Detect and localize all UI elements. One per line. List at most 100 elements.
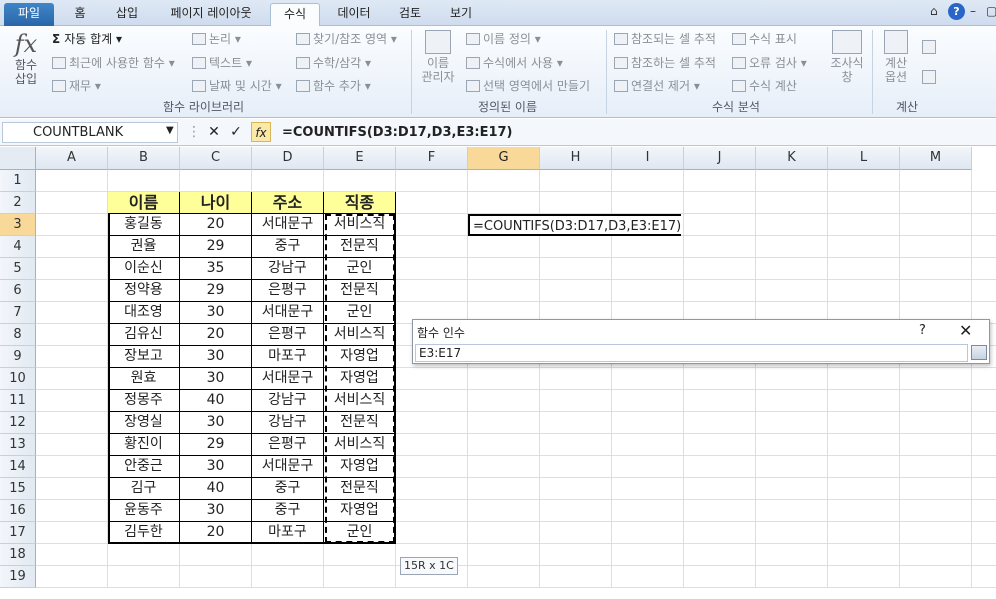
table-header-cell[interactable]: 나이 bbox=[180, 192, 252, 214]
restore-window-icon[interactable]: ▢ bbox=[986, 4, 996, 18]
row-header-2[interactable]: 2 bbox=[0, 192, 36, 214]
column-header-a[interactable]: A bbox=[36, 147, 108, 170]
column-header-h[interactable]: H bbox=[540, 147, 612, 170]
tab-view[interactable]: 보기 bbox=[438, 3, 484, 26]
table-cell[interactable]: 강남구 bbox=[252, 390, 324, 412]
table-cell[interactable]: 30 bbox=[180, 500, 252, 522]
table-cell[interactable]: 은평구 bbox=[252, 324, 324, 346]
table-cell[interactable]: 권율 bbox=[108, 236, 180, 258]
tab-review[interactable]: 검토 bbox=[388, 3, 432, 26]
enter-icon[interactable]: ✓ bbox=[228, 122, 244, 142]
table-cell[interactable]: 20 bbox=[180, 522, 252, 544]
table-cell[interactable]: 장영실 bbox=[108, 412, 180, 434]
tab-insert[interactable]: 삽입 bbox=[104, 3, 150, 26]
column-header-l[interactable]: L bbox=[828, 147, 900, 170]
column-header-e[interactable]: E bbox=[324, 147, 396, 170]
column-header-c[interactable]: C bbox=[180, 147, 252, 170]
row-header-12[interactable]: 12 bbox=[0, 412, 36, 434]
table-cell[interactable]: 20 bbox=[180, 324, 252, 346]
table-cell[interactable]: 마포구 bbox=[252, 346, 324, 368]
row-header-16[interactable]: 16 bbox=[0, 500, 36, 522]
column-header-j[interactable]: J bbox=[684, 147, 756, 170]
table-cell[interactable]: 강남구 bbox=[252, 412, 324, 434]
math-button[interactable]: 수학/삼각 ▾ bbox=[296, 54, 371, 71]
recent-functions-button[interactable]: 최근에 사용한 함수 ▾ bbox=[52, 54, 175, 71]
table-cell[interactable]: 서대문구 bbox=[252, 214, 324, 236]
table-cell[interactable]: 30 bbox=[180, 346, 252, 368]
row-header-11[interactable]: 11 bbox=[0, 390, 36, 412]
row-header-5[interactable]: 5 bbox=[0, 258, 36, 280]
table-cell[interactable]: 은평구 bbox=[252, 434, 324, 456]
calc-sheet-icon[interactable] bbox=[922, 70, 936, 84]
row-header-14[interactable]: 14 bbox=[0, 456, 36, 478]
table-cell[interactable]: 김유신 bbox=[108, 324, 180, 346]
row-header-6[interactable]: 6 bbox=[0, 280, 36, 302]
table-cell[interactable]: 정몽주 bbox=[108, 390, 180, 412]
define-name-button[interactable]: 이름 정의 ▾ bbox=[466, 30, 541, 47]
table-cell[interactable]: 마포구 bbox=[252, 522, 324, 544]
table-cell[interactable]: 윤동주 bbox=[108, 500, 180, 522]
table-cell[interactable]: 29 bbox=[180, 434, 252, 456]
table-cell[interactable]: 안중근 bbox=[108, 456, 180, 478]
table-header-cell[interactable]: 직종 bbox=[324, 192, 396, 214]
trace-precedents-button[interactable]: 참조되는 셀 추적 bbox=[614, 30, 716, 47]
expand-dialog-icon[interactable] bbox=[971, 345, 987, 360]
evaluate-formula-button[interactable]: 수식 계산 bbox=[732, 77, 797, 94]
table-cell[interactable]: 중구 bbox=[252, 500, 324, 522]
insert-function-button[interactable]: fx 함수 삽입 bbox=[8, 30, 44, 86]
table-cell[interactable]: 29 bbox=[180, 280, 252, 302]
table-cell[interactable]: 황진이 bbox=[108, 434, 180, 456]
autosum-button[interactable]: Σ 자동 합계 ▾ bbox=[52, 30, 122, 47]
minimize-window-icon[interactable]: – bbox=[970, 4, 976, 18]
minimize-ribbon-icon[interactable]: ⌂ bbox=[930, 4, 938, 18]
column-header-i[interactable]: I bbox=[612, 147, 684, 170]
table-cell[interactable]: 20 bbox=[180, 214, 252, 236]
create-from-selection-button[interactable]: 선택 영역에서 만들기 bbox=[466, 77, 590, 94]
tab-data[interactable]: 데이터 bbox=[326, 3, 382, 26]
table-cell[interactable]: 29 bbox=[180, 236, 252, 258]
name-manager-button[interactable]: 이름 관리자 bbox=[418, 30, 458, 84]
name-box[interactable]: COUNTBLANK bbox=[2, 122, 178, 143]
insert-function-icon[interactable]: fx bbox=[251, 122, 271, 142]
help-button[interactable]: ? bbox=[919, 323, 926, 338]
table-cell[interactable]: 40 bbox=[180, 478, 252, 500]
column-header-f[interactable]: F bbox=[396, 147, 468, 170]
select-all-corner[interactable] bbox=[0, 147, 36, 170]
datetime-button[interactable]: 날짜 및 시간 ▾ bbox=[192, 77, 282, 94]
row-header-19[interactable]: 19 bbox=[0, 566, 36, 588]
active-cell-g3[interactable]: =COUNTIFS(D3:D17,D3,E3:E17) bbox=[468, 214, 682, 236]
table-cell[interactable]: 40 bbox=[180, 390, 252, 412]
row-header-1[interactable]: 1 bbox=[0, 170, 36, 192]
name-box-dropdown-icon[interactable]: ▼ bbox=[166, 125, 174, 136]
table-cell[interactable]: 중구 bbox=[252, 478, 324, 500]
table-cell[interactable]: 서대문구 bbox=[252, 456, 324, 478]
table-cell[interactable]: 35 bbox=[180, 258, 252, 280]
column-header-k[interactable]: K bbox=[756, 147, 828, 170]
trace-dependents-button[interactable]: 참조하는 셀 추적 bbox=[614, 54, 716, 71]
formula-input[interactable]: =COUNTIFS(D3:D17,D3,E3:E17) bbox=[282, 122, 512, 143]
error-checking-button[interactable]: 오류 검사 ▾ bbox=[732, 54, 807, 71]
table-cell[interactable]: 은평구 bbox=[252, 280, 324, 302]
row-header-3[interactable]: 3 bbox=[0, 214, 36, 236]
table-header-cell[interactable]: 주소 bbox=[252, 192, 324, 214]
row-header-9[interactable]: 9 bbox=[0, 346, 36, 368]
argument-input[interactable]: E3:E17 bbox=[415, 344, 968, 362]
table-cell[interactable]: 이순신 bbox=[108, 258, 180, 280]
table-cell[interactable]: 정약용 bbox=[108, 280, 180, 302]
table-cell[interactable]: 홍길동 bbox=[108, 214, 180, 236]
tab-page-layout[interactable]: 페이지 레이아웃 bbox=[157, 3, 265, 26]
table-cell[interactable]: 강남구 bbox=[252, 258, 324, 280]
row-header-13[interactable]: 13 bbox=[0, 434, 36, 456]
calc-options-button[interactable]: 계산 옵션 bbox=[878, 30, 914, 84]
table-cell[interactable]: 30 bbox=[180, 456, 252, 478]
tab-file[interactable]: 파일 bbox=[4, 3, 54, 26]
row-header-4[interactable]: 4 bbox=[0, 236, 36, 258]
table-cell[interactable]: 원효 bbox=[108, 368, 180, 390]
cancel-icon[interactable]: ✕ bbox=[206, 122, 222, 142]
column-header-m[interactable]: M bbox=[900, 147, 972, 170]
tab-home[interactable]: 홈 bbox=[60, 3, 100, 26]
use-in-formula-button[interactable]: 수식에서 사용 ▾ bbox=[466, 54, 563, 71]
table-cell[interactable]: 대조영 bbox=[108, 302, 180, 324]
tab-formulas[interactable]: 수식 bbox=[270, 3, 320, 26]
text-button[interactable]: 텍스트 ▾ bbox=[192, 54, 252, 71]
